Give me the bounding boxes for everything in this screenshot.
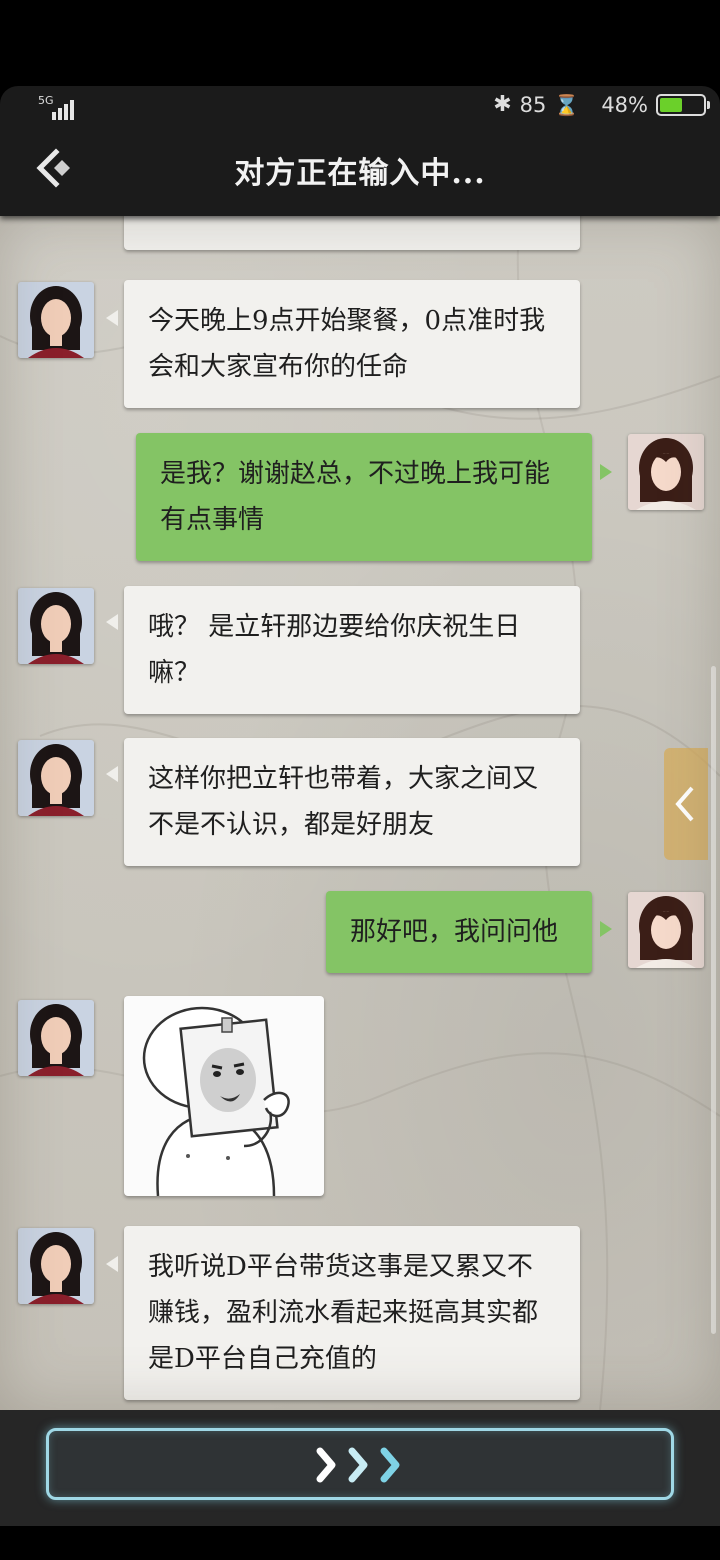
scrollbar[interactable] — [711, 666, 716, 1334]
chat-title: 对方正在输入中... — [234, 156, 486, 191]
message-bubble-incoming: 这样你把立轩也带着，大家之间又不是不认识，都是好朋友 — [124, 738, 580, 866]
contact-avatar[interactable] — [18, 282, 94, 358]
battery-icon — [656, 93, 710, 116]
navigation-bar — [0, 1526, 720, 1560]
bubble-tail — [106, 614, 118, 630]
message-bubble-incoming: 今天晚上9点开始聚餐，0点准时我会和大家宣布你的任命 — [124, 280, 580, 408]
bubble-tail — [106, 1256, 118, 1272]
message-bubble-incoming: 我听说D平台带货这事是又累又不赚钱，盈利流水看起来挺高其实都是D平台自己充值的 — [124, 1226, 580, 1400]
status-number: 85 — [519, 92, 547, 117]
player-avatar[interactable] — [628, 434, 704, 510]
sticker-image[interactable] — [124, 996, 324, 1197]
chat-header: 5G ✱ 85 ⌛ 48% 对方正在输入中... — [0, 86, 720, 216]
status-bar: 5G ✱ 85 ⌛ 48% — [0, 86, 720, 130]
battery-percentage: 48% — [601, 92, 648, 117]
bubble-tail — [600, 921, 612, 937]
message-bubble-outgoing: 是我？谢谢赵总，不过晚上我可能有点事情 — [136, 433, 592, 561]
signal-icon: 5G — [38, 94, 78, 120]
message-bubble-outgoing: 那好吧，我问问他 — [326, 891, 592, 973]
side-panel-tab[interactable] — [664, 748, 708, 860]
top-black-bar — [0, 0, 720, 86]
chevron-left-icon — [675, 786, 694, 822]
bubble-tail — [106, 310, 118, 326]
bottom-bar — [0, 1410, 720, 1526]
bubble-tail — [600, 464, 612, 480]
bluetooth-icon: ✱ — [493, 92, 512, 117]
message-bubble-incoming: 哦？ 是立轩那边要给你庆祝生日嘛？ — [124, 586, 580, 714]
contact-avatar[interactable] — [18, 740, 94, 816]
contact-avatar[interactable] — [18, 1228, 94, 1304]
chat-area[interactable]: 今天晚上9点开始聚餐，0点准时我会和大家宣布你的任命 是我？谢谢赵总，不过晚上我… — [0, 216, 720, 1410]
hourglass-icon: ⌛ — [554, 92, 580, 117]
bubble-tail — [106, 766, 118, 782]
contact-avatar[interactable] — [18, 588, 94, 664]
triple-chevron-right-icon — [49, 1445, 671, 1489]
next-button[interactable] — [46, 1428, 674, 1500]
message-bubble-partial — [124, 216, 580, 250]
player-avatar[interactable] — [628, 892, 704, 968]
contact-avatar[interactable] — [18, 1000, 94, 1076]
